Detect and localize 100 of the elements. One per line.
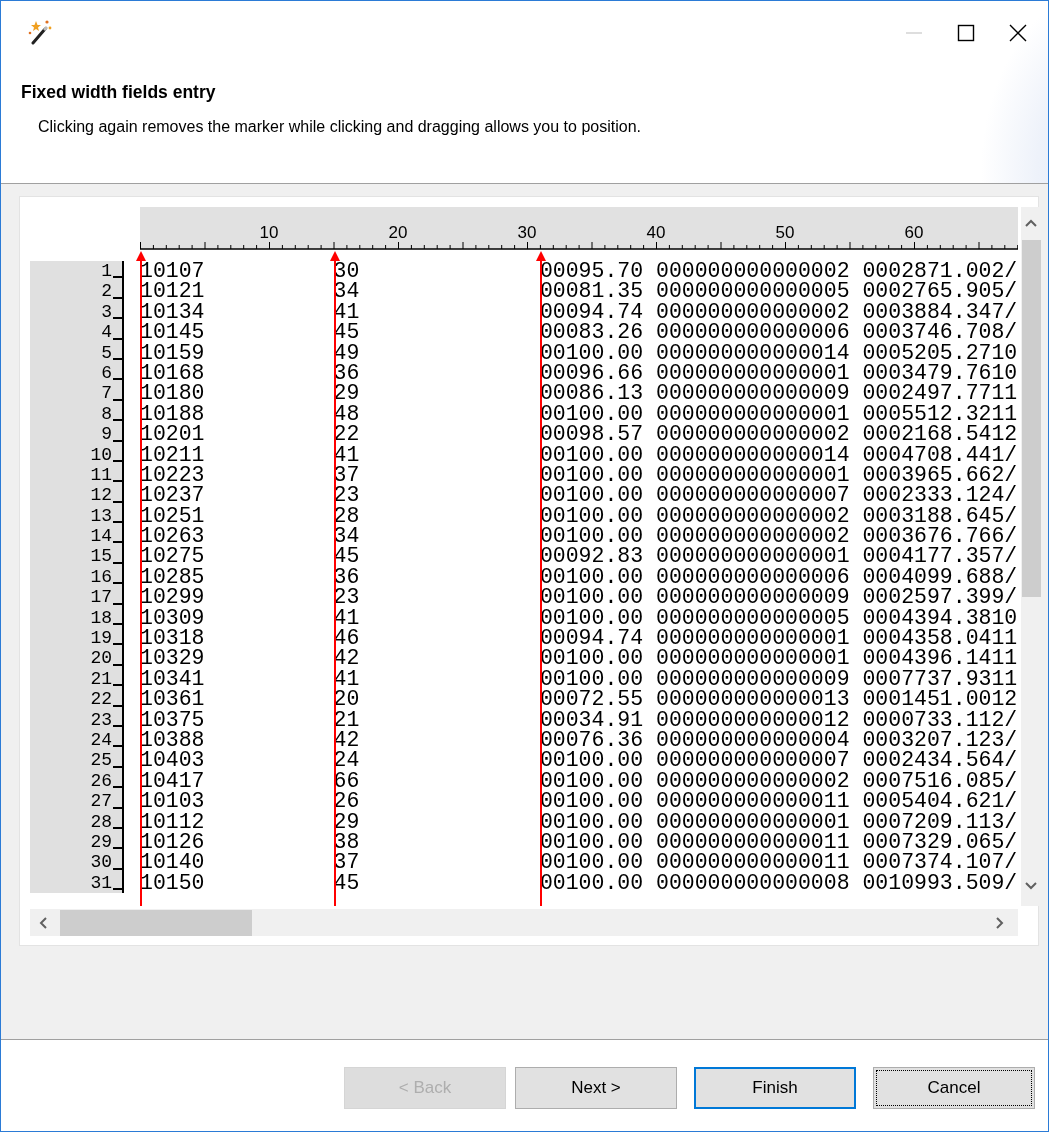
ruler-label: 50 bbox=[775, 223, 795, 242]
field-value: 26 bbox=[333, 791, 361, 812]
line-number: 2 bbox=[101, 281, 112, 302]
field-value: 00086.13 000000000000009 0002497.7711 bbox=[539, 383, 1018, 404]
field-value: 10375 bbox=[140, 709, 206, 730]
field-value: 29 bbox=[333, 811, 361, 832]
field-value: 10388 bbox=[140, 730, 206, 751]
field-value: 36 bbox=[333, 566, 361, 588]
field-value: 00100.00 000000000000007 0002333.124/ bbox=[539, 485, 1018, 506]
close-icon[interactable] bbox=[1008, 24, 1028, 42]
field-value: 34 bbox=[333, 281, 361, 302]
line-number: 18 bbox=[90, 607, 112, 629]
field-value: 00100.00 000000000000002 0003676.766/ bbox=[539, 526, 1018, 547]
scrollbar-thumb[interactable] bbox=[60, 910, 252, 936]
field-value: 10159 bbox=[140, 342, 206, 363]
field-value: 36 bbox=[333, 362, 361, 384]
scroll-left-icon[interactable] bbox=[39, 917, 47, 929]
field-value: 42 bbox=[333, 648, 361, 669]
field-value: 10223 bbox=[140, 464, 206, 486]
field-value: 49 bbox=[333, 342, 361, 363]
field-value: 00100.00 000000000000006 0004099.688/ bbox=[539, 566, 1018, 588]
wand-icon bbox=[27, 19, 53, 45]
field-value: 10201 bbox=[140, 424, 206, 445]
line-number: 14 bbox=[90, 526, 112, 547]
field-value: 00083.26 000000000000006 0003746.708/ bbox=[539, 322, 1018, 343]
wizard-button[interactable]: Finish bbox=[694, 1067, 856, 1109]
field-value: 41 bbox=[333, 301, 361, 323]
field-value: 00100.00 000000000000007 0002434.564/ bbox=[539, 750, 1018, 771]
field-value: 30 bbox=[333, 261, 361, 282]
field-value: 10103 bbox=[140, 791, 206, 812]
field-value: 10121 bbox=[140, 281, 206, 302]
line-number: 3 bbox=[101, 301, 112, 323]
field-value: 10126 bbox=[140, 831, 206, 853]
field-value: 00100.00 000000000000009 0007737.9311 bbox=[539, 668, 1018, 690]
field-value: 00100.00 000000000000009 0002597.399/ bbox=[539, 587, 1018, 608]
maximize-icon[interactable] bbox=[956, 24, 976, 42]
field-value: 10180 bbox=[140, 383, 206, 404]
field-value: 10211 bbox=[140, 444, 206, 465]
scroll-right-icon[interactable] bbox=[996, 917, 1004, 929]
page-title: Fixed width fields entry bbox=[21, 81, 217, 103]
field-value: 00100.00 000000000000002 0007516.085/ bbox=[539, 770, 1018, 792]
line-number: 11 bbox=[90, 464, 112, 486]
field-value: 00094.74 000000000000002 0003884.347/ bbox=[539, 301, 1018, 323]
field-value: 37 bbox=[333, 852, 361, 873]
ruler-label: 10 bbox=[259, 223, 279, 242]
field-value: 00100.00 000000000000002 0003188.645/ bbox=[539, 505, 1018, 527]
field-value: 00092.83 000000000000001 0004177.357/ bbox=[539, 546, 1018, 567]
field-value: 10145 bbox=[140, 322, 206, 343]
ruler-label: 20 bbox=[388, 223, 408, 242]
line-number: 12 bbox=[90, 485, 112, 506]
scrollbar-thumb[interactable] bbox=[1022, 240, 1041, 597]
field-value: 00081.35 000000000000005 0002765.905/ bbox=[539, 281, 1018, 302]
field-value: 00100.00 000000000000011 0007329.065/ bbox=[539, 831, 1018, 853]
line-number: 27 bbox=[90, 791, 112, 812]
field-value: 10140 bbox=[140, 852, 206, 873]
field-value: 10251 bbox=[140, 505, 206, 527]
line-number: 10 bbox=[90, 444, 112, 465]
line-number: 30 bbox=[90, 852, 112, 873]
line-number: 4 bbox=[101, 322, 112, 343]
wizard-button[interactable]: Cancel bbox=[873, 1067, 1035, 1109]
field-value: 45 bbox=[333, 322, 361, 343]
vertical-scrollbar[interactable] bbox=[1021, 207, 1041, 906]
field-value: 66 bbox=[333, 770, 361, 792]
field-value: 23 bbox=[333, 485, 361, 506]
field-value: 00100.00 000000000000001 0003965.662/ bbox=[539, 464, 1018, 486]
line-number: 6 bbox=[101, 362, 112, 384]
field-value: 41 bbox=[333, 444, 361, 465]
field-value: 41 bbox=[333, 607, 361, 629]
scroll-up-icon[interactable] bbox=[1025, 219, 1037, 227]
horizontal-scrollbar[interactable] bbox=[30, 909, 1018, 936]
line-number: 9 bbox=[101, 424, 112, 445]
field-value: 00100.00 000000000000001 0007209.113/ bbox=[539, 811, 1018, 832]
wizard-button[interactable]: Next > bbox=[515, 1067, 677, 1109]
field-value: 48 bbox=[333, 403, 361, 425]
ruler-label: 30 bbox=[517, 223, 537, 242]
line-number: 29 bbox=[90, 831, 112, 853]
field-value: 10275 bbox=[140, 546, 206, 567]
scroll-down-icon[interactable] bbox=[1025, 882, 1037, 890]
field-value: 00095.70 000000000000002 0002871.002/ bbox=[539, 261, 1018, 282]
field-value: 10329 bbox=[140, 648, 206, 669]
field-value: 00100.00 000000000000014 0004708.441/ bbox=[539, 444, 1018, 465]
line-number: 22 bbox=[90, 689, 112, 710]
field-value: 00100.00 000000000000008 0010993.509/ bbox=[539, 872, 1018, 894]
field-value: 00096.66 000000000000001 0003479.7610 bbox=[539, 362, 1018, 384]
line-number: 17 bbox=[90, 587, 112, 608]
line-number: 25 bbox=[90, 750, 112, 771]
line-number: 20 bbox=[90, 648, 112, 669]
field-value: 10107 bbox=[140, 261, 206, 282]
line-number: 21 bbox=[90, 668, 112, 690]
ruler-label: 40 bbox=[646, 223, 666, 242]
line-number: 31 bbox=[90, 872, 112, 894]
field-value: 20 bbox=[333, 689, 361, 710]
field-value: 45 bbox=[333, 546, 361, 567]
field-value: 29 bbox=[333, 383, 361, 404]
field-value: 34 bbox=[333, 526, 361, 547]
field-value: 24 bbox=[333, 750, 361, 771]
line-number: 23 bbox=[90, 709, 112, 730]
field-value: 00098.57 000000000000002 0002168.5412 bbox=[539, 424, 1018, 445]
field-value: 10112 bbox=[140, 811, 206, 832]
field-value: 00094.74 000000000000001 0004358.0411 bbox=[539, 628, 1018, 649]
